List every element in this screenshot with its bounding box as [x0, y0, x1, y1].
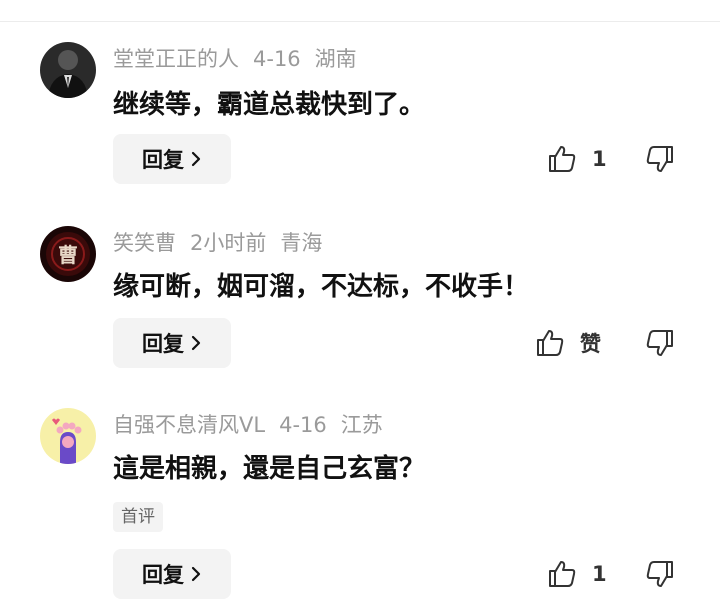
- reply-label: 回复: [142, 332, 184, 356]
- comment-meta: 笑笑曹 2小时前 青海: [113, 230, 336, 256]
- reply-label: 回复: [142, 563, 184, 587]
- dislike-button[interactable]: [644, 327, 676, 359]
- chevron-right-icon: [191, 566, 201, 582]
- cao-avatar-icon: 曹: [40, 226, 96, 282]
- avatar[interactable]: [40, 42, 96, 98]
- location: 湖南: [314, 47, 357, 71]
- timestamp: 4-16: [279, 413, 327, 437]
- comment-meta: 自强不息清风VL 4-16 江苏: [113, 412, 397, 438]
- like-label: 赞: [580, 332, 601, 356]
- avatar[interactable]: [40, 408, 96, 464]
- thumbs-down-icon: [646, 330, 673, 356]
- chevron-right-icon: [191, 151, 201, 167]
- like-count: 1: [592, 562, 607, 586]
- like-button[interactable]: 1: [546, 558, 607, 590]
- thumbs-down-icon: [646, 146, 673, 172]
- username[interactable]: 笑笑曹: [113, 231, 176, 255]
- username[interactable]: 堂堂正正的人: [113, 47, 239, 71]
- top-divider: [0, 21, 720, 22]
- chevron-right-icon: [191, 335, 201, 351]
- comment-text: 這是相親，還是自己玄富？: [113, 454, 426, 484]
- timestamp: 4-16: [253, 47, 301, 71]
- reply-button[interactable]: 回复: [113, 134, 231, 184]
- like-count: 1: [592, 147, 607, 171]
- thumbs-up-icon: [537, 330, 564, 356]
- reply-button[interactable]: 回复: [113, 549, 231, 599]
- avatar-char: 曹: [58, 243, 78, 267]
- location: 江苏: [340, 413, 383, 437]
- location: 青海: [280, 231, 323, 255]
- thumbs-down-icon: [646, 561, 673, 587]
- username[interactable]: 自强不息清风VL: [113, 413, 265, 437]
- reply-button[interactable]: 回复: [113, 318, 231, 368]
- comment-text: 继续等，霸道总裁快到了。: [113, 90, 426, 120]
- comment-meta: 堂堂正正的人 4-16 湖南: [113, 46, 371, 72]
- like-button[interactable]: 赞: [534, 327, 601, 359]
- reply-label: 回复: [142, 148, 184, 172]
- timestamp: 2小时前: [190, 231, 267, 255]
- cat-paw-avatar-icon: [40, 408, 96, 464]
- thumbs-up-icon: [549, 561, 576, 587]
- suit-man-avatar-icon: [40, 42, 96, 98]
- avatar[interactable]: 曹: [40, 226, 96, 282]
- comment-text: 缘可断，姻可溜，不达标，不收手！: [113, 272, 530, 302]
- like-button[interactable]: 1: [546, 143, 607, 175]
- dislike-button[interactable]: [644, 143, 676, 175]
- thumbs-up-icon: [549, 146, 576, 172]
- first-comment-badge: 首评: [113, 502, 163, 532]
- dislike-button[interactable]: [644, 558, 676, 590]
